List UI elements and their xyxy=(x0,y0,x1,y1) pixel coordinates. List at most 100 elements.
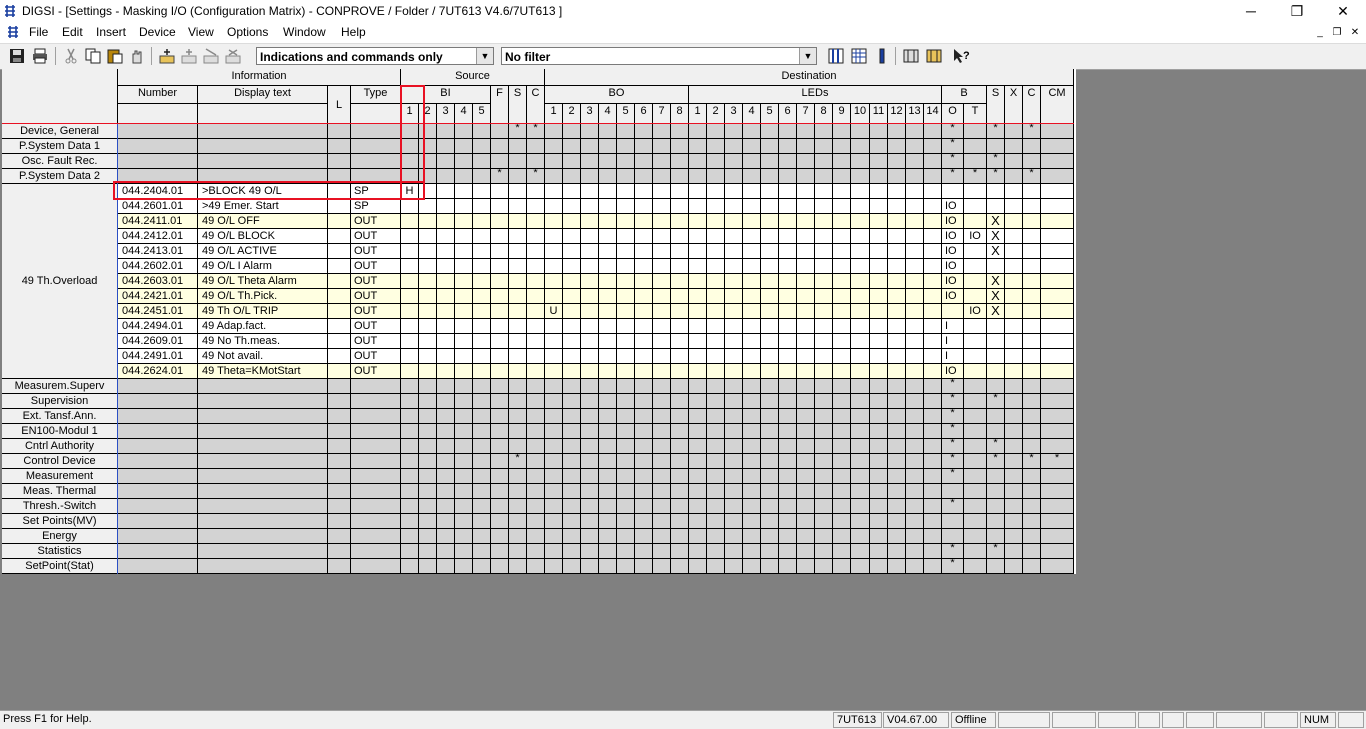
matrix-cell[interactable] xyxy=(924,544,942,559)
matrix-cell[interactable] xyxy=(815,199,833,214)
matrix-cell[interactable] xyxy=(617,379,635,394)
matrix-cell[interactable] xyxy=(455,454,473,469)
matrix-cell[interactable] xyxy=(964,244,987,259)
matrix-cell[interactable] xyxy=(888,349,906,364)
matrix-cell[interactable] xyxy=(815,514,833,529)
matrix-cell[interactable] xyxy=(743,244,761,259)
matrix-cell[interactable] xyxy=(743,274,761,289)
matrix-cell[interactable] xyxy=(725,154,743,169)
matrix-cell[interactable] xyxy=(473,154,491,169)
matrix-cell[interactable] xyxy=(545,424,563,439)
matrix-cell[interactable] xyxy=(964,559,987,574)
matrix-cell[interactable] xyxy=(1041,304,1074,319)
group-mark[interactable]: * xyxy=(942,169,964,184)
matrix-cell[interactable] xyxy=(509,469,527,484)
row-display-text[interactable]: 49 O/L ACTIVE xyxy=(198,244,328,259)
matrix-cell[interactable] xyxy=(617,349,635,364)
matrix-cell[interactable] xyxy=(653,559,671,574)
matrix-cell[interactable] xyxy=(833,289,851,304)
matrix-cell[interactable] xyxy=(707,544,725,559)
matrix-cell[interactable] xyxy=(635,514,653,529)
matrix-cell[interactable] xyxy=(545,214,563,229)
matrix-cell[interactable] xyxy=(761,154,779,169)
matrix-cell[interactable] xyxy=(599,259,617,274)
matrix-cell[interactable] xyxy=(779,394,797,409)
group-header[interactable]: Ext. Tansf.Ann. xyxy=(2,409,118,424)
matrix-cell[interactable] xyxy=(743,124,761,139)
matrix-cell[interactable] xyxy=(779,484,797,499)
matrix-cell[interactable] xyxy=(437,199,455,214)
matrix-cell[interactable] xyxy=(473,274,491,289)
matrix-cell[interactable] xyxy=(473,124,491,139)
group-header[interactable]: Statistics xyxy=(2,544,118,559)
matrix-cell[interactable] xyxy=(617,394,635,409)
matrix-cell[interactable] xyxy=(964,139,987,154)
matrix-cell[interactable] xyxy=(635,529,653,544)
group-mark[interactable]: * xyxy=(942,469,964,484)
matrix-cell[interactable] xyxy=(437,454,455,469)
matrix-cell[interactable] xyxy=(581,334,599,349)
matrix-cell[interactable] xyxy=(870,244,888,259)
matrix-cell[interactable] xyxy=(635,304,653,319)
matrix-cell[interactable] xyxy=(401,154,419,169)
matrix-cell[interactable] xyxy=(635,334,653,349)
matrix-cell[interactable] xyxy=(509,424,527,439)
matrix-cell[interactable] xyxy=(888,484,906,499)
matrix-cell[interactable] xyxy=(455,304,473,319)
matrix-cell[interactable] xyxy=(437,244,455,259)
matrix-cell[interactable] xyxy=(599,274,617,289)
matrix-cell[interactable] xyxy=(437,394,455,409)
matrix-cell[interactable] xyxy=(725,454,743,469)
matrix-cell[interactable] xyxy=(987,199,1005,214)
matrix-cell[interactable] xyxy=(779,274,797,289)
matrix-cell[interactable] xyxy=(509,274,527,289)
matrix-cell[interactable] xyxy=(473,514,491,529)
matrix-cell[interactable] xyxy=(851,319,870,334)
matrix-cell[interactable] xyxy=(906,514,924,529)
matrix-cell[interactable] xyxy=(419,514,437,529)
matrix-cell[interactable] xyxy=(906,394,924,409)
matrix-cell[interactable] xyxy=(987,139,1005,154)
matrix-cell[interactable] xyxy=(964,469,987,484)
matrix-cell[interactable] xyxy=(707,499,725,514)
matrix-cell[interactable] xyxy=(509,184,527,199)
matrix-cell[interactable] xyxy=(779,529,797,544)
matrix-cell[interactable] xyxy=(671,484,689,499)
matrix-cell[interactable] xyxy=(906,499,924,514)
matrix-cell[interactable] xyxy=(473,499,491,514)
matrix-cell[interactable] xyxy=(761,544,779,559)
matrix-cell[interactable] xyxy=(815,454,833,469)
matrix-cell[interactable] xyxy=(563,484,581,499)
matrix-cell[interactable] xyxy=(509,349,527,364)
matrix-cell[interactable] xyxy=(527,199,545,214)
group-header[interactable]: Measurem.Superv xyxy=(2,379,118,394)
matrix-cell[interactable] xyxy=(617,214,635,229)
matrix-cell[interactable] xyxy=(437,379,455,394)
matrix-cell[interactable] xyxy=(437,139,455,154)
matrix-cell[interactable] xyxy=(437,529,455,544)
matrix-cell[interactable] xyxy=(1005,529,1023,544)
matrix-cell[interactable] xyxy=(635,454,653,469)
matrix-cell[interactable] xyxy=(797,559,815,574)
cell-bo1[interactable]: U xyxy=(545,304,563,319)
matrix-cell[interactable] xyxy=(581,274,599,289)
matrix-cell[interactable] xyxy=(725,289,743,304)
matrix-cell[interactable] xyxy=(906,409,924,424)
matrix-cell[interactable] xyxy=(725,124,743,139)
matrix-cell[interactable] xyxy=(761,514,779,529)
matrix-cell[interactable] xyxy=(851,184,870,199)
matrix-cell[interactable] xyxy=(509,199,527,214)
matrix-cell[interactable] xyxy=(599,529,617,544)
matrix-cell[interactable] xyxy=(599,469,617,484)
matrix-cell[interactable] xyxy=(419,394,437,409)
group-header[interactable]: P.System Data 2 xyxy=(2,169,118,184)
matrix-cell[interactable] xyxy=(833,379,851,394)
row-type[interactable]: OUT xyxy=(351,274,401,289)
cell-bi1[interactable]: H xyxy=(401,184,419,199)
matrix-cell[interactable] xyxy=(1005,139,1023,154)
matrix-cell[interactable] xyxy=(797,544,815,559)
matrix-cell[interactable] xyxy=(617,289,635,304)
matrix-cell[interactable] xyxy=(761,469,779,484)
matrix-cell[interactable] xyxy=(707,409,725,424)
matrix-cell[interactable] xyxy=(1041,379,1074,394)
